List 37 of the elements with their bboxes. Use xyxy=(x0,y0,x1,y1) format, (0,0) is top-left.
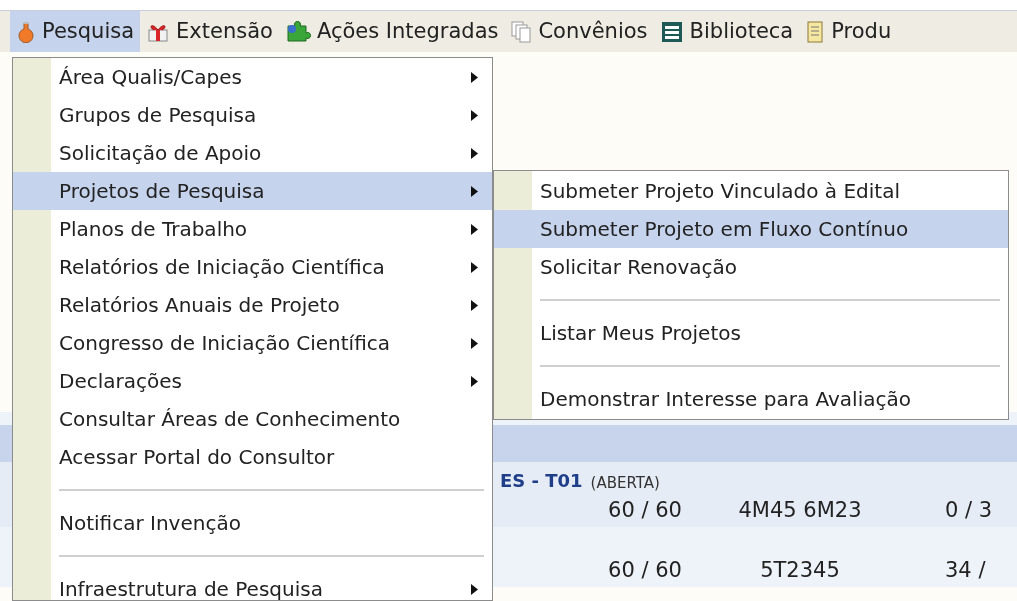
menu-item[interactable]: Grupos de Pesquisa xyxy=(13,96,492,134)
menu-item[interactable]: Consultar Áreas de Conhecimento xyxy=(13,400,492,438)
menu-item[interactable]: Acessar Portal do Consultor xyxy=(13,438,492,476)
menu-item[interactable]: Projetos de Pesquisa xyxy=(13,172,492,210)
menu-item[interactable]: Planos de Trabalho xyxy=(13,210,492,248)
menu-item[interactable]: Infraestrutura de Pesquisa xyxy=(13,570,492,600)
menu-item[interactable]: Solicitação de Apoio xyxy=(13,134,492,172)
menu-item[interactable]: Congresso de Iniciação Científica xyxy=(13,324,492,362)
menu-item[interactable]: Notificar Invenção xyxy=(13,504,492,542)
menu-bar-item[interactable]: Convênios xyxy=(504,11,654,52)
menu-item[interactable]: Submeter Projeto em Fluxo Contínuo xyxy=(494,210,1008,248)
table-cell-text: 60 / 60 xyxy=(607,556,683,584)
menu-bar-item[interactable]: Produ xyxy=(799,11,898,52)
puzzle-icon xyxy=(284,20,311,43)
menu-bar-item[interactable]: Biblioteca xyxy=(653,11,800,52)
group-title: ES - T01 xyxy=(500,469,583,493)
menu-item[interactable]: Relatórios de Iniciação Científica xyxy=(13,248,492,286)
menu-item[interactable]: Declarações xyxy=(13,362,492,400)
documents-icon xyxy=(510,19,533,44)
menu-item[interactable]: Demonstrar Interesse para Avaliação xyxy=(494,380,1008,418)
table-cell-text: 4M45 6M23 xyxy=(737,496,863,524)
notepad-icon xyxy=(805,19,826,44)
menu-item[interactable]: Submeter Projeto Vinculado à Edital xyxy=(494,172,1008,210)
menu-bar-item[interactable]: Ações Integradas xyxy=(278,11,505,52)
table-cell-text: 34 / xyxy=(944,556,986,584)
status-label: (ABERTA) xyxy=(590,472,660,494)
table-cell-text: 60 / 60 xyxy=(607,496,683,524)
menu-item[interactable]: Área Qualis/Capes xyxy=(13,58,492,96)
menu-item[interactable]: Relatórios Anuais de Projeto xyxy=(13,286,492,324)
table-cell-text: 0 / 3 xyxy=(944,496,993,524)
table-cell-text: 5T2345 xyxy=(759,556,841,584)
menu-bar-item[interactable]: Extensão xyxy=(140,11,279,52)
menu-bar-item[interactable]: Pesquisa xyxy=(10,11,141,52)
books-icon xyxy=(659,19,684,44)
flask-icon xyxy=(16,20,36,43)
menu-item[interactable]: Solicitar Renovação xyxy=(494,248,1008,286)
menu-item[interactable]: Listar Meus Projetos xyxy=(494,314,1008,352)
